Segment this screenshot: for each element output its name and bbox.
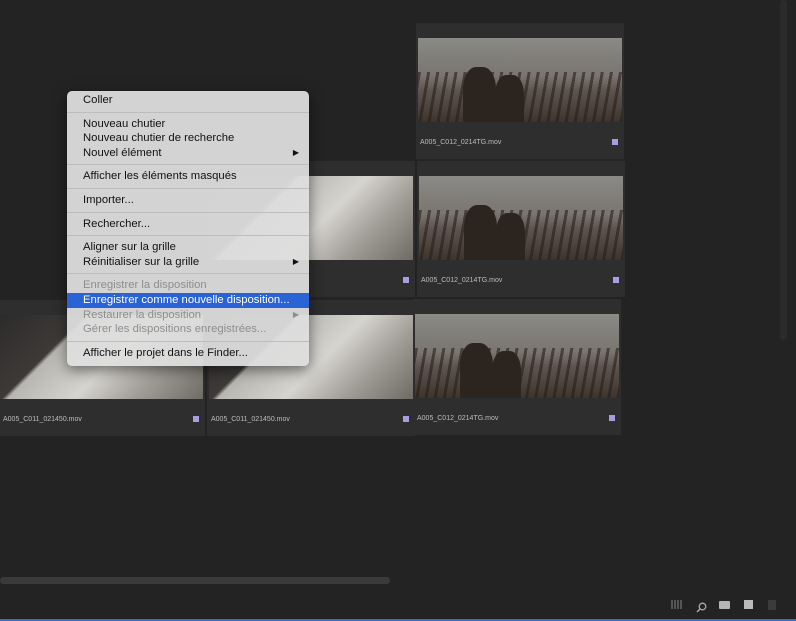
context-menu: Coller Nouveau chutier Nouveau chutier d…	[67, 91, 309, 366]
menu-item-label: Restaurer la disposition	[83, 308, 202, 321]
new-bin-icon[interactable]	[719, 601, 730, 609]
clip-name: A005_C012_0214TG.mov	[421, 277, 503, 284]
clip-name: A005_C011_021450.mov	[3, 416, 82, 423]
menu-item-save-new-layout[interactable]: Enregistrer comme nouvelle disposition..…	[67, 292, 309, 308]
clip-tile[interactable]: A005_C012_0214TG.mov	[416, 23, 624, 159]
label-color-badge	[403, 277, 409, 283]
clip-name: A005_C012_0214TG.mov	[420, 139, 502, 146]
menu-separator	[67, 235, 309, 237]
clip-thumbnail[interactable]	[418, 38, 622, 122]
menu-item-new-bin[interactable]: Nouveau chutier	[67, 117, 309, 132]
menu-item-find[interactable]: Rechercher...	[67, 217, 309, 232]
menu-separator	[67, 187, 309, 189]
menu-separator	[67, 111, 309, 113]
horizontal-scrollbar[interactable]	[0, 577, 390, 584]
clip-thumbnail[interactable]	[419, 176, 623, 260]
menu-separator	[67, 340, 309, 342]
submenu-arrow-icon: ▶	[292, 309, 299, 319]
menu-item-new-item[interactable]: Nouvel élément ▶	[67, 146, 309, 161]
label-color-badge	[609, 415, 615, 421]
menu-item-show-hidden[interactable]: Afficher les éléments masqués	[67, 169, 309, 184]
label-color-badge	[613, 277, 619, 283]
clip-name: A005_C012_0214TG.mov	[417, 415, 499, 422]
search-icon[interactable]	[696, 600, 707, 613]
menu-item-save-layout: Enregistrer la disposition	[83, 279, 207, 292]
trash-icon[interactable]	[768, 600, 776, 610]
clip-name: A005_C011_021450.mov	[211, 416, 290, 423]
menu-item-new-search-bin[interactable]: Nouveau chutier de recherche	[67, 131, 309, 146]
new-item-icon[interactable]	[744, 600, 753, 609]
menu-item-reveal-in-finder[interactable]: Afficher le projet dans le Finder...	[67, 346, 309, 361]
label-color-badge	[403, 416, 409, 422]
menu-separator	[67, 164, 309, 166]
menu-separator	[67, 211, 309, 213]
menu-item-import[interactable]: Importer...	[67, 193, 309, 208]
menu-item-reset-grid[interactable]: Réinitialiser sur la grille ▶	[67, 255, 309, 270]
label-color-badge	[193, 416, 199, 422]
clip-thumbnail[interactable]	[415, 314, 619, 398]
freeform-view-icon[interactable]	[671, 600, 682, 609]
submenu-arrow-icon: ▶	[292, 147, 299, 157]
menu-item-paste[interactable]: Coller	[67, 93, 309, 108]
vertical-scrollbar[interactable]	[780, 0, 787, 340]
clip-tile[interactable]: A005_C012_0214TG.mov	[417, 161, 625, 297]
submenu-arrow-icon: ▶	[292, 256, 299, 266]
menu-separator	[67, 273, 309, 275]
menu-item-align-grid[interactable]: Aligner sur la grille	[67, 240, 309, 255]
menu-item-label: Réinitialiser sur la grille	[83, 255, 200, 268]
label-color-badge	[612, 139, 618, 145]
clip-tile[interactable]: A005_C012_0214TG.mov	[413, 299, 621, 435]
menu-item-restore-layout: Restaurer la disposition ▶	[67, 308, 309, 323]
menu-item-label: Nouvel élément	[83, 146, 162, 159]
menu-item-manage-layouts: Gérer les dispositions enregistrées...	[83, 323, 267, 336]
